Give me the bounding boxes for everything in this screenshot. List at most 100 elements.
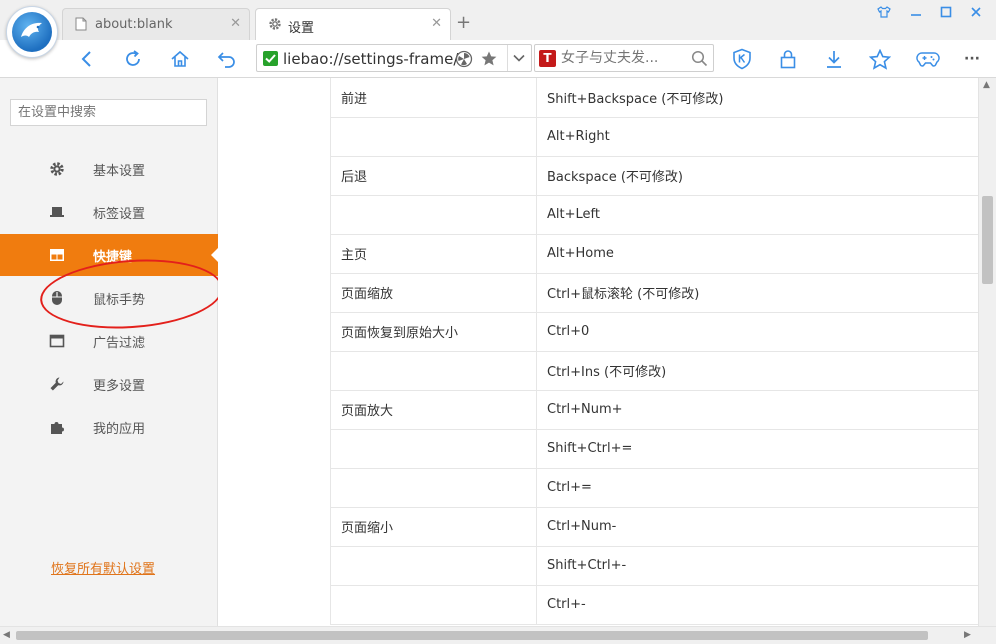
lock-icon [780, 50, 796, 69]
minimize-icon[interactable] [904, 6, 928, 26]
shortcut-action: 页面恢复到原始大小 [330, 312, 537, 352]
sidebar-item-label: 标签设置 [93, 207, 146, 222]
horizontal-scroll-thumb[interactable] [16, 631, 928, 640]
download-icon [827, 51, 841, 68]
sidebar-item-label: 快捷键 [93, 250, 133, 265]
shortcuts-panel: 前进 Shift+Backspace (不可修改) Alt+Right 后退 Bac… [218, 78, 978, 626]
shortcut-key[interactable]: Ctrl+Num- [536, 507, 978, 547]
logo-circle [12, 12, 52, 52]
close-window-icon[interactable] [964, 6, 988, 26]
tab-about-blank[interactable]: about:blank ✕ [62, 8, 250, 40]
undo-icon [217, 52, 235, 68]
shortcut-key[interactable]: Ctrl+鼠标滚轮 (不可修改) [536, 273, 978, 313]
speed-mode-icon[interactable] [455, 50, 473, 68]
game-button[interactable] [913, 44, 943, 74]
shortcut-key[interactable]: Shift+Ctrl+= [536, 429, 978, 469]
settings-sidebar: 基本设置 标签设置 快捷键 鼠标手势 广告过滤 更多设置 [0, 78, 218, 626]
table-row: 页面放大 Ctrl+Num+ [330, 390, 978, 430]
wrench-icon [50, 377, 64, 391]
scroll-right-icon[interactable]: ▶ [964, 630, 971, 640]
shortcut-action [330, 468, 537, 508]
search-icon[interactable] [691, 50, 708, 67]
download-button[interactable] [819, 44, 849, 74]
shortcut-table: 前进 Shift+Backspace (不可修改) Alt+Right 后退 Bac… [330, 78, 978, 625]
shortcut-key[interactable]: Ctrl+Ins (不可修改) [536, 351, 978, 391]
restore-defaults-link[interactable]: 恢复所有默认设置 [51, 558, 155, 577]
refresh-button[interactable] [118, 44, 148, 74]
toolbar: liebao://settings-frame/ T ··· [0, 40, 996, 78]
shortcut-action: 页面放大 [330, 390, 537, 430]
privacy-lock-button[interactable] [773, 44, 803, 74]
shortcut-action: 主页 [330, 234, 537, 274]
home-button[interactable] [165, 44, 195, 74]
shortcut-action [330, 429, 537, 469]
sidebar-item-adblock[interactable]: 广告过滤 [0, 320, 218, 362]
close-tab-icon[interactable]: ✕ [230, 16, 241, 31]
shortcut-key[interactable]: Alt+Right [536, 117, 978, 157]
skin-icon[interactable] [872, 6, 896, 26]
search-bar[interactable]: T [534, 44, 714, 72]
search-input[interactable] [561, 47, 689, 69]
gear-icon [269, 18, 281, 30]
table-row: 页面缩放 Ctrl+鼠标滚轮 (不可修改) [330, 273, 978, 313]
table-row: 后退 Backspace (不可修改) [330, 156, 978, 196]
adblock-shield-button[interactable] [727, 44, 757, 74]
scroll-left-icon[interactable]: ◀ [3, 630, 10, 640]
vertical-scroll-thumb[interactable] [982, 196, 993, 284]
shortcut-action [330, 117, 537, 157]
table-row: Alt+Right [330, 117, 978, 157]
mouse-icon [52, 291, 62, 305]
grid-icon [50, 249, 64, 261]
address-bar[interactable]: liebao://settings-frame/ [256, 44, 532, 72]
shortcut-key[interactable]: Shift+Backspace (不可修改) [536, 78, 978, 118]
gear-icon [50, 162, 64, 176]
star-icon [869, 48, 891, 70]
table-row: 前进 Shift+Backspace (不可修改) [330, 78, 978, 118]
favorites-button[interactable] [865, 44, 895, 74]
shortcut-key[interactable]: Ctrl+- [536, 585, 978, 625]
shortcut-key[interactable]: Alt+Left [536, 195, 978, 235]
shortcut-key[interactable]: Alt+Home [536, 234, 978, 274]
sidebar-item-mouse-gesture[interactable]: 鼠标手势 [0, 277, 218, 319]
scroll-up-icon[interactable]: ▲ [983, 80, 990, 90]
tab-title: about:blank [95, 17, 173, 32]
shortcut-action: 前进 [330, 78, 537, 118]
close-tab-icon[interactable]: ✕ [431, 16, 442, 31]
sidebar-item-basic[interactable]: 基本设置 [0, 148, 218, 190]
sidebar-item-my-apps[interactable]: 我的应用 [0, 406, 218, 448]
shortcut-key[interactable]: Backspace (不可修改) [536, 156, 978, 196]
shield-k-icon [733, 48, 751, 70]
table-row: 页面缩小 Ctrl+Num- [330, 507, 978, 547]
liebao-logo[interactable] [6, 6, 58, 58]
vertical-scrollbar[interactable]: ▲ [978, 78, 996, 626]
secure-check-icon [263, 51, 278, 66]
shortcut-key[interactable]: Shift+Ctrl+- [536, 546, 978, 586]
table-row: Ctrl+= [330, 468, 978, 508]
new-tab-button[interactable]: + [456, 12, 471, 33]
horizontal-scrollbar[interactable]: ◀ ▶ [0, 626, 996, 644]
sidebar-item-tabs[interactable]: 标签设置 [0, 191, 218, 233]
tab-settings[interactable]: 设置 ✕ [255, 8, 451, 41]
maximize-icon[interactable] [934, 6, 958, 26]
shortcut-key[interactable]: Ctrl+= [536, 468, 978, 508]
refresh-icon [126, 50, 140, 66]
tab-title: 设置 [288, 21, 315, 36]
shortcut-key[interactable]: Ctrl+0 [536, 312, 978, 352]
undo-close-button[interactable] [212, 44, 242, 74]
chevron-down-icon[interactable] [513, 54, 525, 63]
sidebar-item-label: 基本设置 [93, 164, 146, 179]
laptop-icon [50, 207, 64, 217]
shortcut-action: 后退 [330, 156, 537, 196]
shortcut-key[interactable]: Ctrl+Num+ [536, 390, 978, 430]
bookmark-star-icon[interactable] [480, 50, 498, 68]
table-row: Alt+Left [330, 195, 978, 235]
search-engine-icon[interactable]: T [539, 50, 556, 67]
settings-search-input[interactable] [10, 99, 207, 126]
title-bar: about:blank ✕ 设置 ✕ + [0, 0, 996, 58]
more-menu-button[interactable]: ··· [957, 44, 987, 74]
table-row: Ctrl+- [330, 585, 978, 625]
sidebar-item-shortcuts[interactable]: 快捷键 [0, 234, 218, 276]
back-button[interactable] [72, 44, 102, 74]
sidebar-item-more-settings[interactable]: 更多设置 [0, 363, 218, 405]
table-row: Shift+Ctrl+= [330, 429, 978, 469]
